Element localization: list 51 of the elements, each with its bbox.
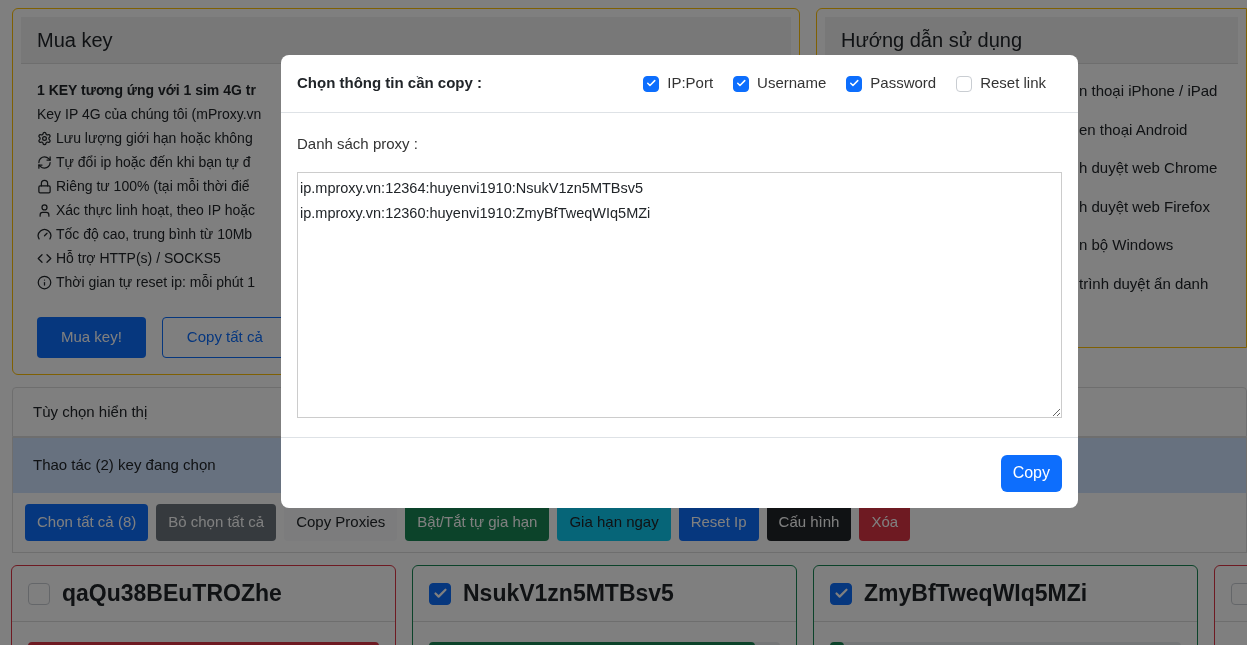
check-icon	[849, 78, 860, 89]
feature-icon	[37, 154, 52, 170]
checkbox[interactable]	[28, 582, 50, 605]
option-label: Username	[757, 73, 827, 94]
key-name: ZmyBfTweqWIq5MZi	[864, 579, 1088, 609]
headline: 1 KEY tương ứng với 1 sim 4G tr	[37, 81, 256, 100]
action-button[interactable]: Chọn tất cả (8)	[25, 504, 149, 541]
panel-title: Thao tác (2) key đang chọn	[33, 455, 216, 476]
checkbox[interactable]	[429, 582, 451, 605]
checkbox[interactable]	[956, 75, 973, 92]
guide-link[interactable]: n thoại iPhone / iPad	[1079, 80, 1238, 103]
check-icon	[645, 78, 657, 89]
guide-link[interactable]: h duyệt web Firefox	[1079, 195, 1238, 218]
checkbox[interactable]	[1231, 582, 1247, 605]
card-title: Hướng dẫn sử dụng	[841, 29, 1023, 51]
feature-icon	[37, 274, 52, 290]
key-name: qaQu38BEuTROZhe	[62, 579, 282, 609]
dialog-title: Chọn thông tin cần copy :	[297, 73, 482, 94]
feature-text: Thời gian tự reset ip: mỗi phút 1	[56, 272, 256, 292]
guide-link[interactable]: h duyệt web Chrome	[1079, 157, 1238, 180]
feature-icon	[37, 202, 52, 218]
feature-text: Tốc độ cao, trung bình từ 10Mb	[56, 224, 253, 244]
key-name: NsukV1zn5MTBsv5	[463, 579, 674, 609]
copy-button[interactable]: Copy	[1000, 454, 1062, 492]
feature-icon	[37, 130, 52, 146]
option-label: Password	[870, 73, 937, 94]
option-label: Reset link	[980, 73, 1046, 94]
checkbox[interactable]	[830, 582, 852, 605]
feature-text: Xác thực linh hoạt, theo IP hoặc	[56, 200, 256, 220]
guide-link[interactable]: en thoại Android	[1079, 118, 1238, 141]
check-icon	[735, 78, 747, 89]
option-label: IP:Port	[667, 73, 714, 94]
feature-text: Key IP 4G của chúng tôi (mProxy.vn	[37, 104, 262, 124]
proxy-list-field[interactable]: ip.mproxy.vn:12364:huyenvi1910:NsukV1zn5MTBsv5 ip.mproxy.vn:12360:huyenvi1910:ZmyBfTweqWIq5MZi	[297, 171, 1062, 418]
checkbox[interactable]	[733, 75, 750, 92]
feature-text: Tự đổi ip hoặc đến khi bạn tự đ	[56, 152, 251, 172]
guide-link[interactable]: n bộ Windows	[1079, 234, 1238, 257]
action-button[interactable]: Bỏ chọn tất cả	[156, 504, 277, 541]
check-icon	[432, 586, 448, 601]
feature-icon	[37, 226, 52, 242]
buy-button[interactable]: Mua key!	[37, 317, 146, 358]
feature-text: Lưu lượng giới hạn hoặc không	[56, 128, 253, 148]
feature-icon	[37, 178, 52, 194]
check-icon	[833, 586, 849, 601]
guide-link[interactable]: trình duyệt ẩn danh	[1079, 272, 1238, 295]
checkbox[interactable]	[846, 75, 863, 92]
list-label: Danh sách proxy :	[297, 134, 419, 154]
feature-text: Hỗ trợ HTTP(s) / SOCKS5	[56, 248, 221, 268]
feature-text: Riêng tư 100% (tại mỗi thời điể	[56, 176, 250, 196]
card-title: Mua key	[37, 29, 113, 51]
checkbox[interactable]	[643, 75, 660, 92]
